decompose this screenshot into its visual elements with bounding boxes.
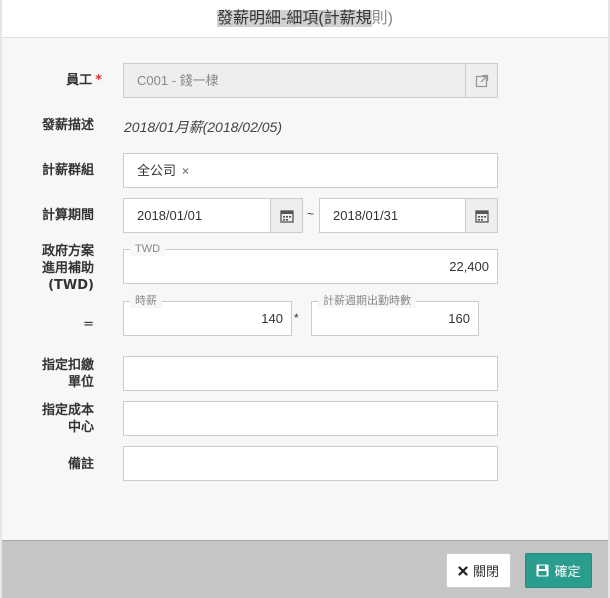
required-mark: * [95,73,102,88]
close-button-label: 關閉 [472,564,499,579]
attendance-hours-legend: 計薪週期出勤時數 [318,294,416,308]
period-end-value: 2018/01/31 [333,208,399,223]
subsidy-label-line3: (TWD) [48,278,94,293]
pay-desc-label: 發薪描述 [41,118,94,133]
pay-group-label: 計薪群組 [41,163,94,178]
save-icon [536,564,549,577]
formula-equals: = [83,317,94,332]
pay-group-field[interactable]: 全公司 × [123,153,498,188]
calendar-icon[interactable] [465,199,497,232]
employee-value: C001 - 錢一棣 [137,73,219,88]
close-button[interactable]: 關閉 [446,553,511,588]
formula-times: * [294,311,299,325]
pay-desc-value: 2018/01月薪(2018/02/05) [124,119,282,135]
attendance-hours-field: 計薪週期出勤時數 160 [311,294,479,336]
calendar-icon[interactable] [270,199,302,232]
tag-remove-icon[interactable]: × [182,164,189,178]
hourly-rate-value: 140 [261,311,283,326]
employee-field: C001 - 錢一棣 [123,63,498,98]
period-separator: ~ [307,207,315,221]
period-start-value: 2018/01/01 [137,208,203,223]
external-link-icon[interactable] [465,64,497,97]
subsidy-currency-legend: TWD [130,242,166,256]
cost-center-label-line1: 指定成本 [41,403,94,418]
subsidy-field: TWD 22,400 [123,242,498,284]
dialog-title-tail: 則) [371,10,393,27]
attendance-hours-value: 160 [448,311,470,326]
cost-center-label-line2: 中心 [67,420,94,435]
period-start-field[interactable]: 2018/01/01 [123,198,303,233]
remark-label: 備註 [67,457,94,472]
dialog-footer: 關閉 確定 [2,540,608,598]
pay-group-tag-text: 全公司 [137,163,177,178]
dialog-title: 發薪明細-細項(計薪規則) [2,0,608,38]
deduct-unit-input[interactable] [123,356,498,391]
subsidy-label: 政府方案 進用補助 (TWD) [14,243,94,294]
ok-button-label: 確定 [554,564,581,579]
dialog: 發薪明細-細項(計薪規則) 員工 * C001 - 錢一棣 發薪描述 2018/0… [2,0,608,598]
subsidy-label-line2: 進用補助 [41,261,94,276]
cost-center-label: 指定成本 中心 [14,402,94,436]
remark-input[interactable] [123,446,498,481]
subsidy-label-line1: 政府方案 [41,244,94,259]
pay-group-tag: 全公司 × [137,154,189,188]
calc-period-label: 計算期間 [41,208,94,223]
close-icon [458,565,468,576]
cost-center-input[interactable] [123,401,498,436]
employee-label: 員工 * [22,72,102,89]
dialog-title-main: 發薪明細-細項(計薪規 [216,10,372,27]
ok-button[interactable]: 確定 [525,553,592,588]
subsidy-value: 22,400 [449,259,489,274]
deduct-unit-label-line2: 單位 [67,375,94,390]
hourly-rate-legend: 時薪 [130,294,162,308]
deduct-unit-label-line1: 指定扣繳 [41,358,94,373]
hourly-rate-field: 時薪 140 [123,294,292,336]
deduct-unit-label: 指定扣繳 單位 [14,357,94,391]
employee-label-text: 員工 [66,73,93,88]
period-end-field[interactable]: 2018/01/31 [319,198,498,233]
